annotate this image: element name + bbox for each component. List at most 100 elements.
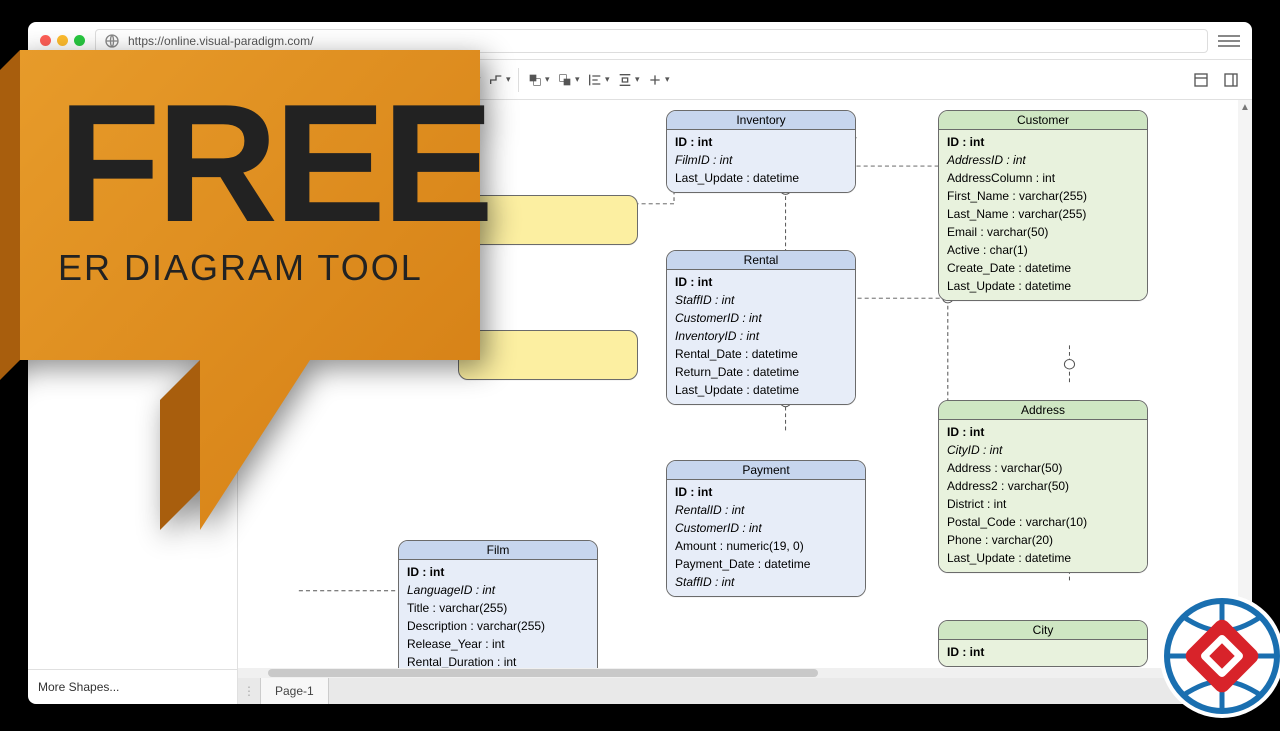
vertical-scrollbar[interactable]: ▲	[1238, 100, 1252, 668]
entity-row: Rental_Date : datetime	[675, 345, 847, 363]
canvas[interactable]: Film ID : intLanguageID : intTitle : var…	[238, 100, 1252, 704]
entity-row: ID : int	[947, 423, 1139, 441]
entity-row: Postal_Code : varchar(10)	[947, 513, 1139, 531]
entity-row: Address : varchar(50)	[947, 459, 1139, 477]
paste-button[interactable]	[286, 65, 316, 95]
search-shapes-input[interactable]: Se	[34, 106, 231, 130]
entity-row: AddressColumn : int	[947, 169, 1139, 187]
entity-row: InventoryID : int	[675, 327, 847, 345]
entity-title: City	[939, 621, 1147, 640]
entity-title: Rental	[667, 251, 855, 270]
entity-row: LanguageID : int	[407, 581, 589, 599]
close-window-icon[interactable]	[40, 35, 51, 46]
delete-button[interactable]	[316, 65, 346, 95]
entity-row: Payment_Date : datetime	[675, 555, 857, 573]
to-back-button[interactable]: ▾	[553, 65, 583, 95]
entity-row: Release_Year : int	[407, 635, 589, 653]
zoom-text: 100%	[176, 73, 207, 87]
tab-grip-icon[interactable]: ⋮	[238, 684, 260, 698]
entity-row: AddressID : int	[947, 151, 1139, 169]
entity-inventory[interactable]: Inventory ID : intFilmID : intLast_Updat…	[666, 110, 856, 193]
entity-row: CustomerID : int	[675, 519, 857, 537]
format-panel-button[interactable]	[1186, 65, 1216, 95]
entity-row: StaffID : int	[675, 291, 847, 309]
entity-row: CustomerID : int	[675, 309, 847, 327]
entity-row: Address2 : varchar(50)	[947, 477, 1139, 495]
app-window: https://online.visual-paradigm.com/ 100%…	[28, 22, 1252, 704]
entity-row: ID : int	[675, 483, 857, 501]
entity-title: Customer	[939, 111, 1147, 130]
visual-paradigm-logo-icon	[1152, 586, 1280, 726]
entity-address[interactable]: Address ID : intCityID : intAddress : va…	[938, 400, 1148, 573]
chevron-down-icon: ▾	[209, 76, 214, 86]
entity-hidden-1[interactable]	[458, 195, 638, 245]
entity-row: FilmID : int	[675, 151, 847, 169]
to-front-button[interactable]: ▾	[523, 65, 553, 95]
entity-row: Active : char(1)	[947, 241, 1139, 259]
save-button[interactable]	[34, 65, 64, 95]
collapse-icon: ▾	[36, 143, 41, 154]
entity-row: Return_Date : datetime	[675, 363, 847, 381]
entity-row: RentalID : int	[675, 501, 857, 519]
entity-payment[interactable]: Payment ID : intRentalID : intCustomerID…	[666, 460, 866, 597]
entity-row: ID : int	[947, 643, 1139, 661]
toolbar: 100%▾ ▾ ▾ ▾ ▾ ▾ ▾ ▾ ▾ ▾ ▾	[28, 60, 1252, 100]
page-tabs: ⋮ Page-1	[238, 678, 1252, 704]
tab-page-1[interactable]: Page-1	[260, 678, 329, 704]
line-color-button[interactable]: ▾	[385, 65, 415, 95]
zoom-in-button[interactable]	[217, 65, 247, 95]
globe-icon	[104, 33, 120, 49]
entity-row: Description : varchar(255)	[407, 617, 589, 635]
maximize-window-icon[interactable]	[74, 35, 85, 46]
entity-title: Film	[399, 541, 597, 560]
entity-row: Phone : varchar(20)	[947, 531, 1139, 549]
accordion-entity[interactable]: ▾ En	[28, 136, 237, 159]
horizontal-scrollbar[interactable]	[238, 668, 1238, 678]
zoom-level[interactable]: 100%▾	[172, 73, 217, 87]
more-shapes-button[interactable]: More Shapes...	[28, 669, 237, 704]
browser-chrome: https://online.visual-paradigm.com/	[28, 22, 1252, 60]
accordion-label: En	[45, 141, 60, 155]
entity-row: Email : varchar(50)	[947, 223, 1139, 241]
entity-shape-green[interactable]	[38, 189, 64, 207]
entity-row: Title : varchar(255)	[407, 599, 589, 617]
url-text: https://online.visual-paradigm.com/	[128, 34, 313, 48]
minimize-window-icon[interactable]	[57, 35, 68, 46]
entity-row: Last_Update : datetime	[947, 277, 1139, 295]
entity-row: Create_Date : datetime	[947, 259, 1139, 277]
entity-title: Inventory	[667, 111, 855, 130]
distribute-button[interactable]: ▾	[613, 65, 643, 95]
hamburger-menu-icon[interactable]	[1218, 30, 1240, 52]
add-button[interactable]: ▾	[643, 65, 673, 95]
entity-row: Last_Update : datetime	[947, 549, 1139, 567]
shapes-sidebar: Se ▾ En More Shapes...	[28, 100, 238, 704]
entity-city[interactable]: City ID : int	[938, 620, 1148, 667]
entity-row: ID : int	[407, 563, 589, 581]
copy-button[interactable]	[256, 65, 286, 95]
entity-row: ID : int	[675, 273, 847, 291]
entity-row: ID : int	[675, 133, 847, 151]
shadow-button[interactable]: ▾	[415, 65, 445, 95]
entity-hidden-2[interactable]	[458, 330, 638, 380]
undo-button[interactable]	[73, 65, 103, 95]
entity-row: First_Name : varchar(255)	[947, 187, 1139, 205]
shape-palette	[28, 159, 237, 185]
scroll-up-icon: ▲	[1240, 102, 1250, 113]
entity-row: Last_Name : varchar(255)	[947, 205, 1139, 223]
entity-title: Payment	[667, 461, 865, 480]
zoom-out-button[interactable]	[142, 65, 172, 95]
traffic-lights	[40, 35, 85, 46]
entity-customer[interactable]: Customer ID : intAddressID : intAddressC…	[938, 110, 1148, 301]
outline-panel-button[interactable]	[1216, 65, 1246, 95]
waypoint-button[interactable]: ▾	[484, 65, 514, 95]
entity-shape-yellow[interactable]	[38, 163, 64, 181]
align-button[interactable]: ▾	[583, 65, 613, 95]
entity-row: Amount : numeric(19, 0)	[675, 537, 857, 555]
fill-color-button[interactable]: ▾	[355, 65, 385, 95]
entity-rental[interactable]: Rental ID : intStaffID : intCustomerID :…	[666, 250, 856, 405]
address-bar[interactable]: https://online.visual-paradigm.com/	[95, 29, 1208, 53]
connector-style-button[interactable]: ▾	[454, 65, 484, 95]
entity-title: Address	[939, 401, 1147, 420]
entity-row: District : int	[947, 495, 1139, 513]
redo-button[interactable]	[103, 65, 133, 95]
